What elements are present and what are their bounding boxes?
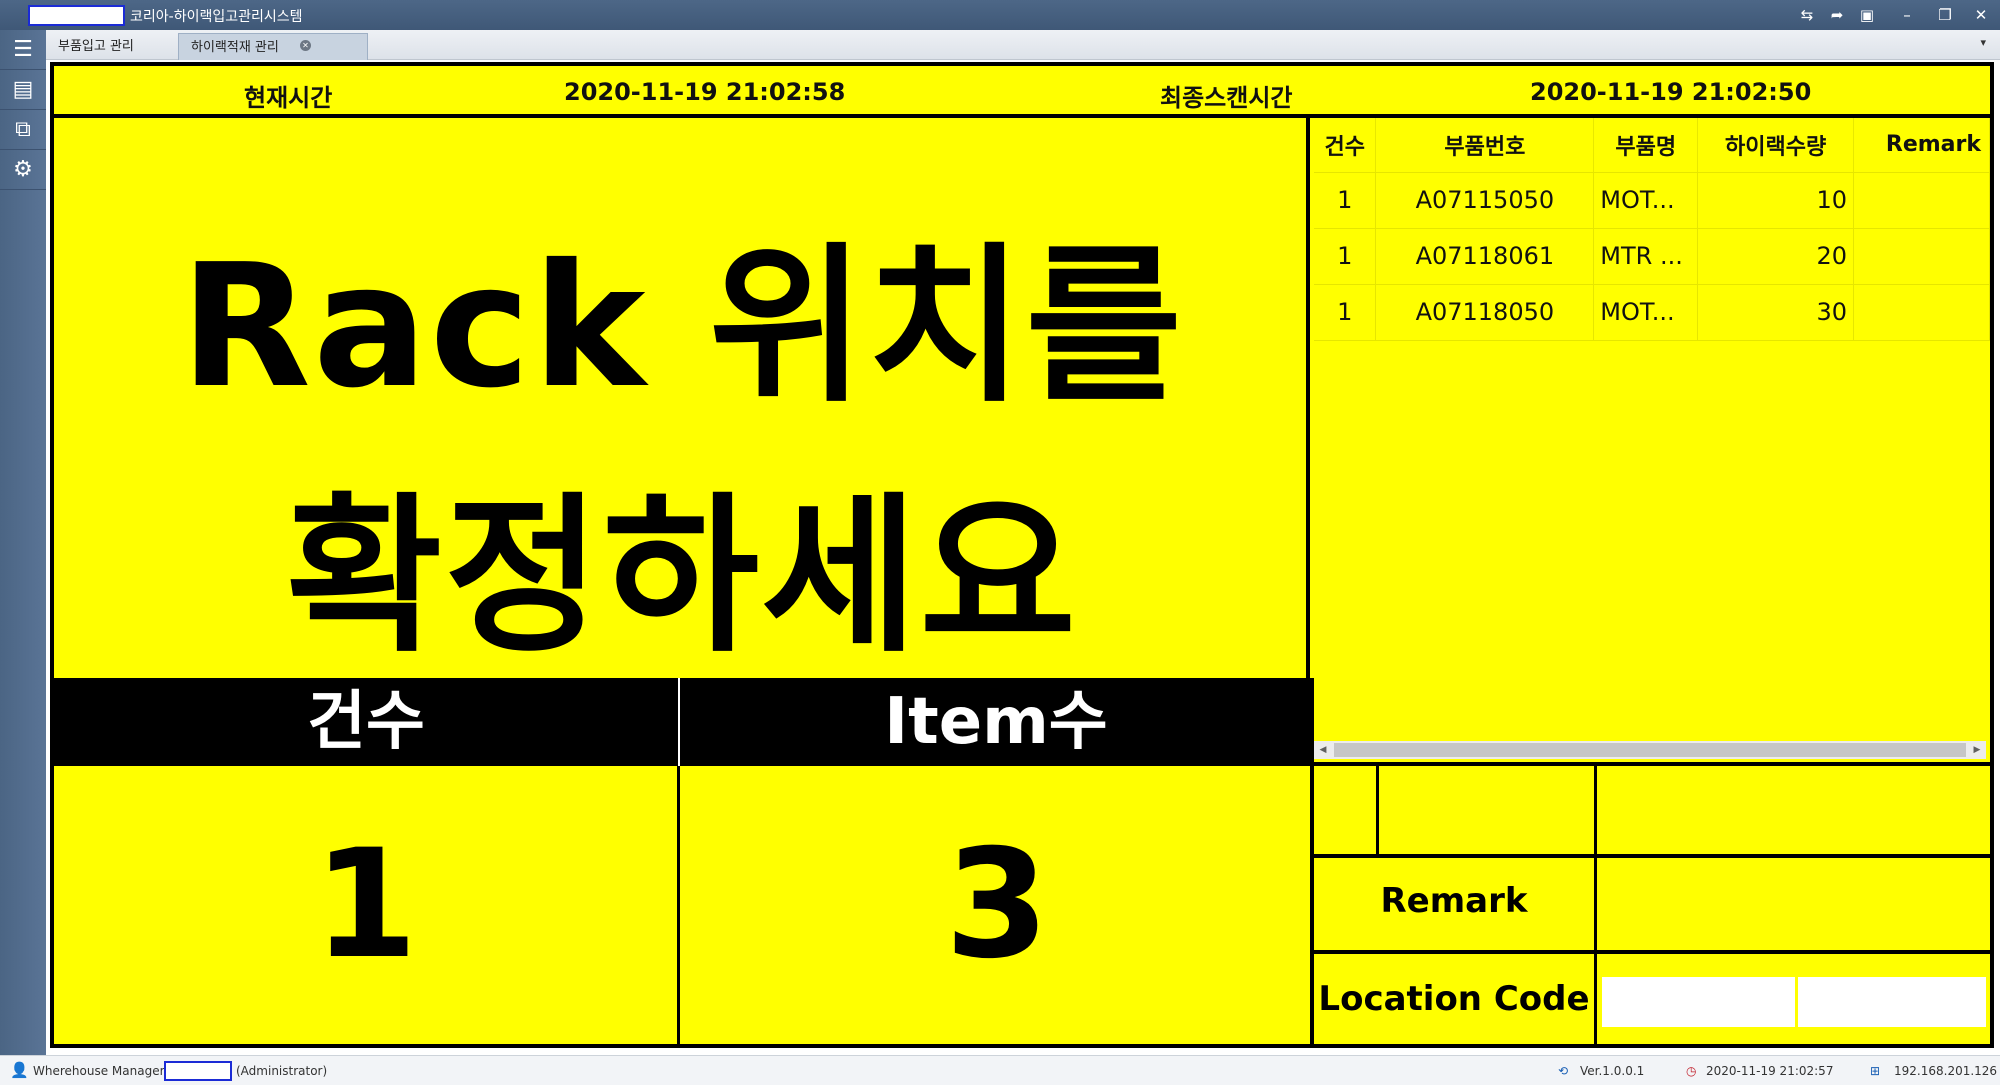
table-row[interactable]: 1 A07118050 MOT... 30 <box>1314 284 1990 341</box>
tab-rack-loading[interactable]: 하이랙적재 관리 <box>178 33 368 60</box>
cell-qty: 20 <box>1697 228 1855 285</box>
cell-count: 1 <box>1314 284 1377 341</box>
scrollbar-thumb[interactable] <box>1334 743 1966 757</box>
parts-grid: 건수 부품번호 부품명 하이랙수량 Remark 1 A07115050 MOT… <box>1314 118 1990 766</box>
last-scan-value: 2020-11-19 21:02:50 <box>1530 78 1812 106</box>
cell-remark <box>1853 284 1990 341</box>
current-time-label: 현재시간 <box>244 84 333 112</box>
share-icon[interactable]: ➦ <box>1824 4 1850 26</box>
count-values: 1 3 <box>54 766 1314 1044</box>
save-icon[interactable]: ▤ <box>0 70 46 110</box>
table-row[interactable]: 1 A07115050 MOT... 10 <box>1314 172 1990 229</box>
horizontal-scrollbar[interactable]: ◀ ▶ <box>1314 741 1986 759</box>
cell-count: 1 <box>1314 228 1377 285</box>
ip-address: 192.168.201.126 <box>1894 1064 1998 1078</box>
cell-remark <box>1853 172 1990 229</box>
rack-loading-panel: 현재시간 2020-11-19 21:02:58 최종스캔시간 2020-11-… <box>50 62 1994 1048</box>
divider <box>1594 766 1597 1044</box>
left-sidebar: ☰ ▤ ⧉ ⚙ <box>0 30 46 1055</box>
network-icon: ⊞ <box>1870 1064 1881 1078</box>
title-redaction-box <box>28 5 125 26</box>
tab-parts-receiving[interactable]: 부품입고 관리 <box>46 33 176 60</box>
clock-icon: ◷ <box>1686 1064 1697 1078</box>
scroll-right-icon[interactable]: ▶ <box>1968 741 1986 759</box>
version-icon: ⟲ <box>1558 1064 1569 1078</box>
location-code-input[interactable] <box>1602 977 1795 1027</box>
time-header: 현재시간 2020-11-19 21:02:58 최종스캔시간 2020-11-… <box>54 66 1990 118</box>
user-icon: 👤 <box>10 1061 29 1079</box>
close-tab-icon[interactable]: ✕ <box>300 40 311 51</box>
location-info-panel: Remark Location Code <box>1314 766 1990 1044</box>
location-code-label: Location Code <box>1318 979 1590 1019</box>
status-datetime: 2020-11-19 21:02:57 <box>1706 1064 1834 1078</box>
window-title: 코리아-하이랙입고관리시스템 <box>130 9 303 25</box>
remark-label: Remark <box>1380 881 1528 921</box>
cell-part-name: MOT... <box>1593 284 1699 341</box>
column-header-part-no[interactable]: 부품번호 <box>1375 118 1595 173</box>
item-count-value: 3 <box>944 818 1050 992</box>
window-icon[interactable]: ▣ <box>1854 4 1880 26</box>
user-name-redaction-box <box>164 1061 232 1081</box>
close-icon[interactable]: ✕ <box>1968 4 1994 26</box>
scroll-left-icon[interactable]: ◀ <box>1314 741 1332 759</box>
table-header-row: 건수 부품번호 부품명 하이랙수량 Remark <box>1314 118 1990 173</box>
count-value: 1 <box>54 766 680 1044</box>
item-count-header: Item수 <box>884 685 1108 759</box>
user-label: Wherehouse Manager <box>33 1064 165 1078</box>
cell-part-no: A07115050 <box>1375 172 1595 229</box>
cell-part-no: A07118050 <box>1375 284 1595 341</box>
count-headers: 건수 Item수 <box>54 678 1314 766</box>
cell-part-name: MTR ... <box>1593 228 1699 285</box>
cell-remark <box>1853 228 1990 285</box>
location-code-input-2[interactable] <box>1798 977 1986 1027</box>
restore-icon[interactable]: ❐ <box>1932 4 1958 26</box>
message-line-2: 확정하세요 <box>285 478 1078 676</box>
current-time-value: 2020-11-19 21:02:58 <box>564 78 846 106</box>
tab-bar: 부품입고 관리 하이랙적재 관리 ✕ ▾ <box>46 30 2000 60</box>
minimize-icon[interactable]: – <box>1894 4 1920 26</box>
title-bar: 코리아-하이랙입고관리시스템 ⇆ ➦ ▣ – ❐ ✕ <box>0 0 2000 30</box>
divider <box>1376 766 1379 856</box>
instruction-message: Rack 위치를 확정하세요 <box>54 118 1310 678</box>
gear-icon[interactable]: ⚙ <box>0 150 46 190</box>
copy-icon[interactable]: ⧉ <box>0 110 46 150</box>
table-row[interactable]: 1 A07118061 MTR ... 20 <box>1314 228 1990 285</box>
last-scan-label: 최종스캔시간 <box>1160 84 1293 112</box>
message-line-1: Rack 위치를 <box>180 228 1184 426</box>
cell-qty: 30 <box>1697 284 1855 341</box>
version-text: Ver.1.0.0.1 <box>1580 1064 1645 1078</box>
column-header-count[interactable]: 건수 <box>1314 118 1377 173</box>
cell-part-no: A07118061 <box>1375 228 1595 285</box>
column-header-remark[interactable]: Remark <box>1853 118 1990 173</box>
parts-table: 건수 부품번호 부품명 하이랙수량 Remark 1 A07115050 MOT… <box>1314 118 1990 341</box>
cell-count: 1 <box>1314 172 1377 229</box>
column-header-rack-qty[interactable]: 하이랙수량 <box>1697 118 1855 173</box>
tab-dropdown-icon[interactable]: ▾ <box>1980 36 1986 49</box>
user-role: (Administrator) <box>236 1064 328 1078</box>
status-bar: 👤 Wherehouse Manager (Administrator) ⟲ V… <box>0 1055 2000 1085</box>
menu-icon[interactable]: ☰ <box>0 30 46 70</box>
cell-qty: 10 <box>1697 172 1855 229</box>
column-header-part-name[interactable]: 부품명 <box>1593 118 1699 173</box>
user-swap-icon[interactable]: ⇆ <box>1794 4 1820 26</box>
count-header: 건수 <box>54 678 680 766</box>
cell-part-name: MOT... <box>1593 172 1699 229</box>
